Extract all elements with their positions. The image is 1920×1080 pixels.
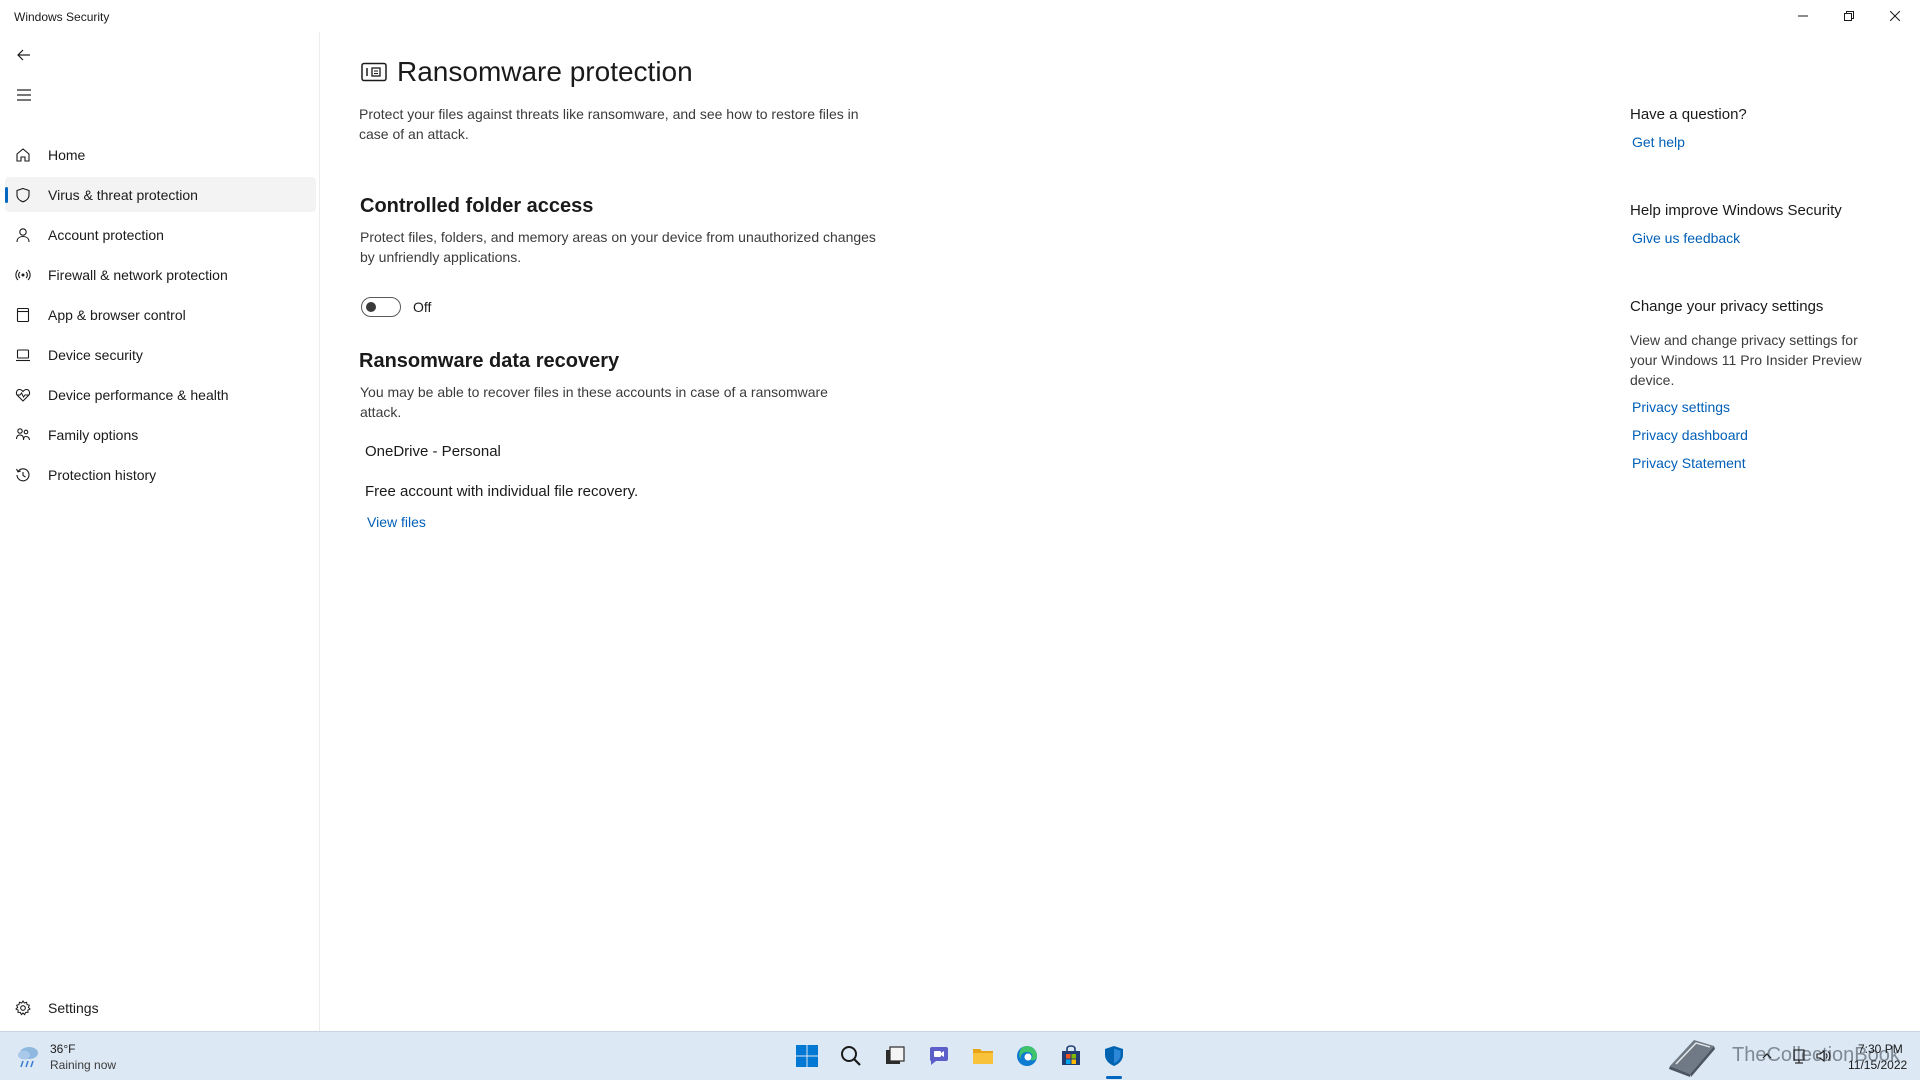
restore-button[interactable]	[1826, 0, 1872, 32]
view-files-link[interactable]: View files	[367, 514, 426, 530]
windows-security-icon	[1105, 1046, 1123, 1066]
start-button[interactable]	[792, 1041, 822, 1071]
title-bar: Windows Security	[0, 0, 1920, 32]
menu-button[interactable]	[12, 83, 36, 107]
sidebar-item-label: Family options	[48, 426, 139, 443]
sidebar-item-device-security[interactable]: Device security	[5, 337, 316, 372]
family-icon	[15, 427, 31, 443]
main-content: Ransomware protection Protect your files…	[321, 32, 1920, 1031]
sidebar-item-label: Virus & threat protection	[48, 186, 198, 203]
settings-button[interactable]: Settings	[5, 990, 316, 1025]
controlled-folder-toggle[interactable]	[361, 297, 401, 317]
onedrive-account-name: OneDrive - Personal	[365, 443, 501, 460]
file-explorer-button[interactable]	[968, 1041, 998, 1071]
app-title: Windows Security	[14, 10, 110, 24]
close-button[interactable]	[1872, 0, 1918, 32]
volume-tray-button[interactable]	[1814, 1047, 1832, 1065]
privacy-statement-link[interactable]: Privacy Statement	[1632, 455, 1746, 471]
chat-icon	[930, 1047, 948, 1065]
hamburger-menu-icon	[17, 89, 31, 101]
laptop-icon	[15, 347, 31, 363]
taskbar: 36°F Raining now TheCollectionBook 7:30 …	[0, 1031, 1920, 1080]
restore-icon	[1844, 11, 1854, 21]
chat-button[interactable]	[924, 1041, 954, 1071]
chevron-up-icon	[1762, 1053, 1772, 1059]
task-view-icon	[886, 1046, 905, 1064]
sidebar-item-label: App & browser control	[48, 306, 186, 323]
question-heading: Have a question?	[1630, 106, 1747, 123]
volume-icon	[1816, 1049, 1831, 1063]
page-description: Protect your files against threats like …	[359, 106, 859, 142]
minimize-button[interactable]	[1780, 0, 1826, 32]
network-icon	[1793, 1049, 1805, 1064]
sidebar-item-label: Firewall & network protection	[48, 266, 228, 283]
watermark-book-icon	[1669, 1040, 1715, 1077]
sidebar-item-account-protection[interactable]: Account protection	[5, 217, 316, 252]
sidebar-item-label: Protection history	[48, 466, 157, 483]
privacy-settings-link[interactable]: Privacy settings	[1632, 399, 1730, 415]
shield-icon	[15, 187, 31, 203]
task-view-button[interactable]	[880, 1041, 910, 1071]
start-icon	[796, 1045, 818, 1067]
weather-description: Raining now	[50, 1058, 117, 1072]
sidebar-item-firewall[interactable]: Firewall & network protection	[5, 257, 316, 292]
file-explorer-icon	[973, 1049, 993, 1064]
sidebar-item-virus-threat-protection[interactable]: Virus & threat protection	[5, 177, 316, 212]
improve-heading: Help improve Windows Security	[1630, 202, 1842, 219]
sidebar: Home Virus & threat protection Account p…	[0, 32, 320, 1031]
sidebar-item-label: Account protection	[48, 226, 164, 243]
close-icon	[1890, 11, 1900, 21]
give-feedback-link[interactable]: Give us feedback	[1632, 230, 1740, 246]
sidebar-item-protection-history[interactable]: Protection history	[5, 457, 316, 492]
windows-security-button[interactable]	[1099, 1041, 1129, 1071]
minimize-icon	[1798, 15, 1808, 17]
store-icon	[1062, 1045, 1080, 1065]
recovery-title: Ransomware data recovery	[359, 350, 620, 372]
controlled-folder-title: Controlled folder access	[360, 195, 594, 217]
privacy-heading: Change your privacy settings	[1630, 298, 1824, 315]
person-icon	[15, 227, 31, 243]
home-icon	[15, 147, 31, 163]
sidebar-item-app-browser-control[interactable]: App & browser control	[5, 297, 316, 332]
show-hidden-icons-button[interactable]	[1758, 1047, 1776, 1065]
gear-icon	[15, 999, 31, 1016]
network-tray-button[interactable]	[1790, 1047, 1808, 1065]
privacy-dashboard-link[interactable]: Privacy dashboard	[1632, 427, 1748, 443]
history-icon	[15, 467, 31, 483]
active-app-indicator	[1106, 1076, 1122, 1079]
privacy-description: View and change privacy settings for you…	[1630, 332, 1862, 388]
settings-label: Settings	[48, 999, 99, 1016]
heart-pulse-icon	[15, 387, 31, 403]
wireless-signal-icon	[15, 267, 31, 283]
recovery-description: You may be able to recover files in thes…	[360, 384, 828, 420]
sidebar-item-home[interactable]: Home	[5, 137, 316, 172]
sidebar-item-label: Device security	[48, 346, 143, 363]
toggle-state-label: Off	[413, 299, 432, 315]
sidebar-item-label: Home	[48, 146, 86, 163]
onedrive-account-detail: Free account with individual file recove…	[365, 483, 639, 500]
sidebar-item-family-options[interactable]: Family options	[5, 417, 316, 452]
search-icon	[841, 1046, 861, 1066]
sidebar-item-device-performance[interactable]: Device performance & health	[5, 377, 316, 412]
app-window-icon	[15, 307, 31, 323]
get-help-link[interactable]: Get help	[1632, 134, 1685, 150]
weather-rain-icon[interactable]	[14, 1042, 44, 1070]
back-button[interactable]	[12, 43, 36, 67]
toggle-knob	[366, 302, 376, 312]
edge-button[interactable]	[1012, 1041, 1042, 1071]
edge-icon	[1017, 1046, 1037, 1066]
clock-time[interactable]: 7:30 PM	[1858, 1042, 1903, 1056]
ransomware-icon	[361, 62, 387, 82]
weather-temperature: 36°F	[50, 1042, 76, 1056]
back-arrow-icon	[17, 49, 30, 61]
store-button[interactable]	[1056, 1041, 1086, 1071]
clock-date[interactable]: 11/15/2022	[1848, 1058, 1907, 1072]
controlled-folder-description: Protect files, folders, and memory areas…	[360, 229, 876, 265]
page-title: Ransomware protection	[397, 56, 693, 87]
sidebar-item-label: Device performance & health	[48, 386, 229, 403]
search-button[interactable]	[836, 1041, 866, 1071]
